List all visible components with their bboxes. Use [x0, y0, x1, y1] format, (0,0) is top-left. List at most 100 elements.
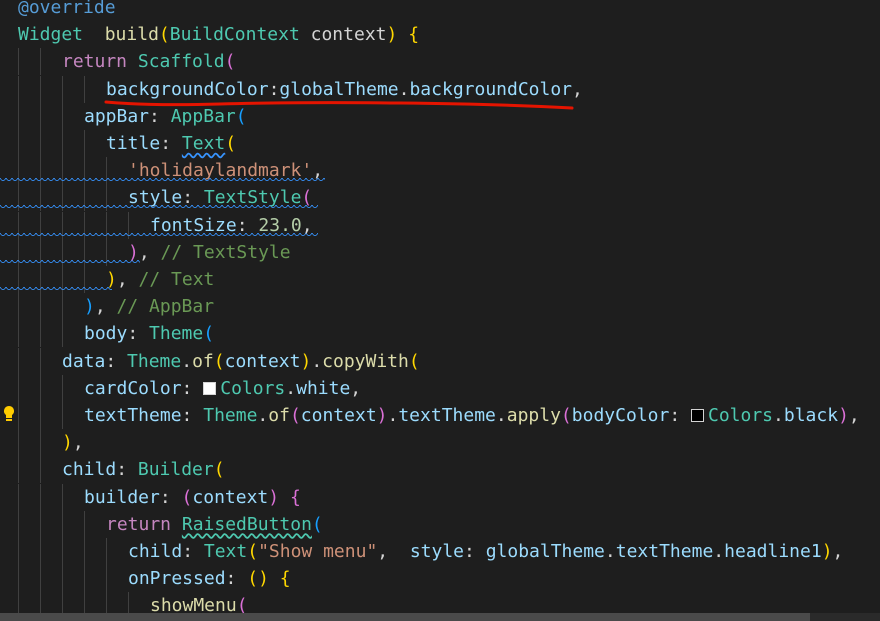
code-token: Scaffold	[137, 51, 225, 73]
code-token: .	[181, 350, 193, 372]
code-line[interactable]: return RaisedButton(	[0, 510, 880, 538]
code-token: :	[127, 323, 150, 345]
indent-guide	[106, 538, 107, 565]
color-swatch-icon[interactable]	[203, 381, 217, 395]
code-line[interactable]: ), // TextStyle	[0, 238, 880, 266]
lightbulb-icon[interactable]	[2, 405, 16, 423]
indent-guide	[84, 565, 85, 593]
code-token: context	[192, 486, 269, 508]
code-token: copyWith	[322, 350, 409, 372]
code-token: (	[408, 350, 420, 372]
indent-guide	[40, 320, 41, 348]
code-text: onPressed: () {	[128, 565, 291, 592]
code-token: fontSize	[150, 214, 237, 236]
code-line[interactable]: builder: (context) {	[0, 483, 880, 511]
code-token: appBar	[84, 105, 150, 127]
code-token: (	[301, 187, 313, 209]
code-line[interactable]: data: Theme.of(context).copyWith(	[0, 347, 880, 375]
code-token: 'holidaylandmark'	[128, 160, 313, 182]
indent-guide	[106, 565, 107, 593]
code-text: builder: (context) {	[84, 484, 301, 511]
code-token: of	[192, 350, 214, 372]
indent-guide	[40, 538, 41, 565]
code-token: style	[128, 187, 183, 209]
indent-guide	[18, 510, 19, 538]
code-token: // AppBar	[116, 296, 215, 318]
indent-guide	[62, 565, 63, 593]
code-token: :	[669, 405, 691, 426]
code-token: title	[106, 133, 161, 154]
code-token: (	[235, 105, 247, 127]
code-line[interactable]: Widget build(BuildContext context) {	[0, 21, 880, 48]
code-text: title: Text(	[106, 130, 236, 157]
code-token: context	[299, 24, 387, 46]
code-line[interactable]: ),	[0, 429, 880, 457]
code-text: 'holidaylandmark',	[128, 157, 323, 184]
code-token: apply	[506, 405, 561, 426]
indent-guide	[62, 483, 63, 511]
code-token: TextStyle	[203, 187, 302, 209]
indent-guide	[40, 293, 41, 321]
code-line[interactable]: textTheme: Theme.of(context).textTheme.a…	[0, 402, 880, 429]
code-text: textTheme: Theme.of(context).textTheme.a…	[84, 402, 860, 429]
code-token: 23.0	[258, 214, 302, 236]
code-token: black	[783, 405, 839, 426]
code-line[interactable]: style: TextStyle(	[0, 184, 880, 212]
code-token: (	[289, 405, 301, 426]
code-line[interactable]: @override	[0, 0, 880, 21]
code-token: .	[311, 350, 323, 372]
indent-guide	[40, 75, 41, 103]
code-token: :	[464, 541, 486, 562]
code-token: )	[268, 486, 280, 508]
code-token: .	[713, 541, 725, 562]
code-editor[interactable]: @override Widget build(BuildContext conte…	[0, 0, 880, 621]
indent-guide	[40, 102, 41, 130]
indent-guide	[40, 402, 41, 429]
code-line[interactable]: fontSize: 23.0,	[0, 211, 880, 239]
horizontal-scrollbar-thumb[interactable]	[0, 613, 810, 621]
code-token: (	[213, 350, 225, 372]
code-line[interactable]: ), // Text	[0, 266, 880, 293]
code-token: textTheme	[398, 405, 496, 426]
code-token: body	[84, 323, 128, 345]
code-text: backgroundColor:globalTheme.backgroundCo…	[106, 76, 583, 103]
code-token: RaisedButton	[181, 513, 312, 535]
code-token: :	[181, 405, 204, 426]
code-line[interactable]: body: Theme(	[0, 320, 880, 348]
code-token: :	[225, 568, 248, 590]
code-line[interactable]: appBar: AppBar(	[0, 102, 880, 130]
code-token: ,	[350, 377, 362, 399]
code-line[interactable]: 'holidaylandmark',	[0, 157, 880, 185]
code-line[interactable]: onPressed: () {	[0, 565, 880, 593]
code-line[interactable]: return Scaffold(	[0, 48, 880, 76]
color-swatch-icon[interactable]	[691, 409, 704, 422]
code-token: )	[128, 241, 139, 263]
code-token: :	[268, 78, 280, 100]
code-token: )	[106, 269, 117, 290]
code-token: Builder	[137, 459, 214, 481]
code-text: fontSize: 23.0,	[150, 212, 313, 239]
code-token: :	[116, 459, 138, 481]
code-line[interactable]: child: Text("Show menu", style: globalTh…	[0, 538, 880, 565]
code-line[interactable]: backgroundColor:globalTheme.backgroundCo…	[0, 75, 880, 103]
horizontal-scrollbar[interactable]	[0, 613, 880, 621]
code-token: :	[105, 350, 128, 372]
code-text: ),	[62, 429, 84, 456]
indent-guide	[84, 510, 85, 538]
code-token: :	[236, 214, 259, 236]
indent-guide	[18, 483, 19, 511]
indent-guide	[18, 456, 19, 484]
code-line[interactable]: ), // AppBar	[0, 293, 880, 321]
code-line[interactable]: child: Builder(	[0, 456, 880, 484]
code-token: (	[181, 486, 193, 508]
code-token: :	[181, 377, 204, 399]
indent-guide	[18, 320, 19, 348]
indent-guide	[62, 130, 63, 157]
code-token: white	[296, 377, 351, 399]
indent-guide	[40, 347, 41, 375]
code-line[interactable]: title: Text(	[0, 130, 880, 157]
code-token: Widget	[18, 24, 84, 46]
code-line[interactable]: cardColor: Colors.white,	[0, 374, 880, 402]
